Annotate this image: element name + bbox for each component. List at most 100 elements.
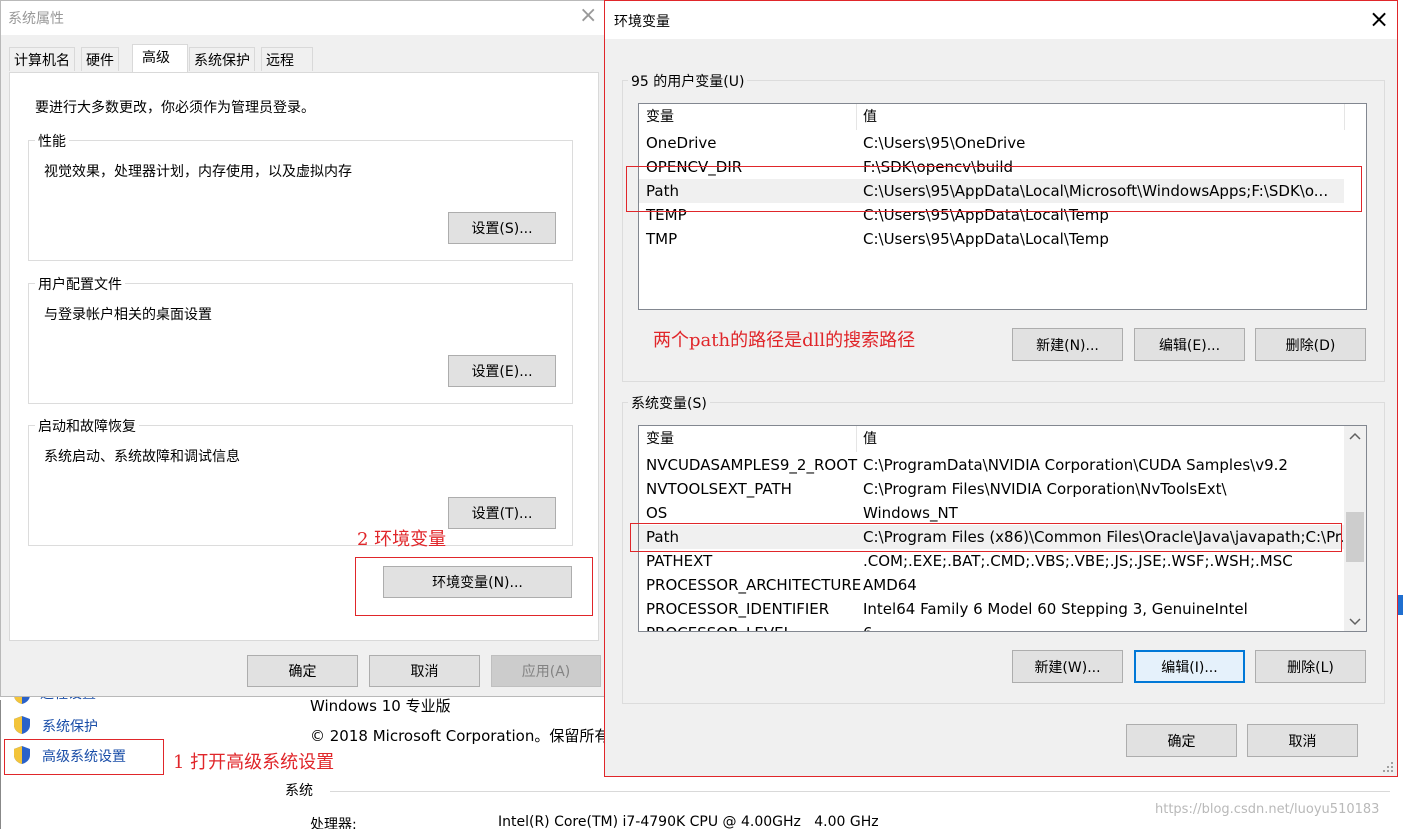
variable-value: C:\Users\95\OneDrive — [863, 134, 1026, 152]
user-new-button[interactable]: 新建(N)... — [1012, 328, 1123, 361]
tab-remote[interactable]: 远程 — [261, 47, 313, 71]
table-row[interactable]: PROCESSOR_ARCHITECTURE AMD64 — [639, 573, 1344, 597]
group-desc: 视觉效果，处理器计划，内存使用，以及虚拟内存 — [44, 164, 352, 180]
group-desc: 系统启动、系统故障和调试信息 — [44, 449, 240, 465]
table-row[interactable]: OS Windows_NT — [639, 501, 1344, 525]
group-legend: 用户配置文件 — [35, 274, 125, 294]
environment-variables-button[interactable]: 环境变量(N)... — [383, 566, 572, 598]
variable-value: .COM;.EXE;.BAT;.CMD;.VBS;.VBE;.JS;.JSE;.… — [863, 552, 1293, 570]
admin-note: 要进行大多数更改，你必须作为管理员登录。 — [35, 100, 315, 116]
startup-settings-button[interactable]: 设置(T)... — [448, 497, 556, 529]
background-window-edge — [1398, 595, 1403, 615]
user-delete-button[interactable]: 删除(D) — [1255, 328, 1366, 361]
system-properties-dialog: 系统属性 × 计算机名 硬件 高级 系统保护 远程 要进行大多数更改，你必须作为… — [0, 0, 608, 697]
group-user-variables: 95 的用户变量(U) 变量 值 OneDrive C:\Users\95\On… — [622, 71, 1385, 382]
variable-name: NVCUDASAMPLES9_2_ROOT — [646, 456, 858, 474]
sidebar-link-system-protection[interactable]: 系统保护 — [12, 714, 162, 736]
table-row[interactable]: NVCUDASAMPLES9_2_ROOT C:\ProgramData\NVI… — [639, 453, 1344, 477]
column-header-value[interactable]: 值 — [863, 104, 877, 130]
group-legend: 启动和故障恢复 — [35, 416, 139, 436]
system-delete-button[interactable]: 删除(L) — [1255, 650, 1366, 683]
performance-settings-button[interactable]: 设置(S)... — [448, 212, 556, 244]
sidebar-link-label: 系统保护 — [42, 719, 98, 735]
group-system-variables: 系统变量(S) 变量 值 NVCUDASAMPLES9_2_ROOT C:\Pr… — [622, 393, 1385, 704]
cancel-button[interactable]: 取消 — [369, 655, 480, 687]
system-edit-button[interactable]: 编辑(I)... — [1134, 650, 1245, 683]
variable-name: TMP — [646, 230, 678, 248]
variable-name: OneDrive — [646, 134, 717, 152]
group-legend: 性能 — [35, 131, 69, 151]
column-separator — [856, 104, 857, 130]
environment-variables-dialog: 环境变量 × 95 的用户变量(U) 变量 值 OneDrive C:\User… — [604, 0, 1398, 777]
cpu-label: 处理器: — [310, 817, 357, 829]
annotation-step2: 2 环境变量 — [357, 529, 447, 550]
ok-button[interactable]: 确定 — [247, 655, 358, 687]
tab-system-protection[interactable]: 系统保护 — [189, 47, 255, 71]
group-legend: 95 的用户变量(U) — [628, 71, 748, 91]
section-divider — [330, 791, 1390, 792]
tab-hardware[interactable]: 硬件 — [81, 47, 119, 71]
close-icon[interactable]: × — [579, 3, 597, 28]
table-row[interactable]: TMP C:\Users\95\AppData\Local\Temp — [639, 227, 1366, 251]
annotation-step1: 1 打开高级系统设置 — [173, 752, 335, 773]
variable-name: OS — [646, 504, 668, 522]
system-new-button[interactable]: 新建(W)... — [1012, 650, 1123, 683]
tab-page-advanced: 要进行大多数更改，你必须作为管理员登录。 性能 视觉效果，处理器计划，内存使用，… — [9, 72, 599, 641]
variable-name: PROCESSOR_LEVEL — [646, 621, 792, 631]
table-row[interactable]: PATHEXT .COM;.EXE;.BAT;.CMD;.VBS;.VBE;.J… — [639, 549, 1344, 573]
column-header-variable[interactable]: 变量 — [646, 426, 674, 452]
cancel-button[interactable]: 取消 — [1247, 724, 1358, 757]
shield-icon — [14, 716, 30, 734]
highlight-box-system-path — [630, 523, 1342, 552]
list-header: 变量 值 — [639, 426, 1366, 452]
variable-value: C:\Program Files\NVIDIA Corporation\NvTo… — [863, 480, 1227, 498]
variable-name: PATHEXT — [646, 552, 713, 570]
table-row[interactable]: PROCESSOR_IDENTIFIER Intel64 Family 6 Mo… — [639, 597, 1344, 621]
profile-settings-button[interactable]: 设置(E)... — [448, 355, 556, 387]
apply-button[interactable]: 应用(A) — [491, 655, 601, 687]
variable-value: Windows_NT — [863, 504, 958, 522]
group-user-profiles: 用户配置文件 与登录帐户相关的桌面设置 设置(E)... — [28, 274, 573, 404]
table-row[interactable]: OneDrive C:\Users\95\OneDrive — [639, 131, 1366, 155]
close-icon[interactable]: × — [1369, 5, 1389, 33]
highlight-box-advanced — [4, 739, 164, 775]
scrollbar-thumb[interactable] — [1346, 512, 1364, 562]
group-legend: 系统变量(S) — [628, 393, 710, 413]
dialog-title: 环境变量 — [614, 14, 670, 30]
system-section-label: 系统 — [285, 783, 313, 799]
variable-value: 6 — [863, 621, 873, 631]
dialog-titlebar: 系统属性 × — [1, 1, 607, 35]
variable-value: Intel64 Family 6 Model 60 Stepping 3, Ge… — [863, 600, 1248, 618]
variable-name: PROCESSOR_ARCHITECTURE — [646, 576, 862, 594]
windows-edition: Windows 10 专业版 — [310, 697, 451, 715]
chevron-down-icon[interactable] — [1349, 615, 1361, 631]
vertical-scrollbar[interactable] — [1344, 426, 1366, 631]
tab-advanced[interactable]: 高级 — [132, 44, 188, 73]
user-edit-button[interactable]: 编辑(E)... — [1134, 328, 1245, 361]
variable-value: AMD64 — [863, 576, 917, 594]
cpu-value: Intel(R) Core(TM) i7-4790K CPU @ 4.00GHz… — [498, 814, 879, 829]
variable-name: PROCESSOR_IDENTIFIER — [646, 600, 830, 618]
group-startup-recovery: 启动和故障恢复 系统启动、系统故障和调试信息 设置(T)... — [28, 416, 573, 546]
chevron-up-icon[interactable] — [1349, 429, 1361, 445]
column-separator — [856, 426, 857, 452]
highlight-box-user-path — [626, 166, 1362, 212]
watermark: https://blog.csdn.net/luoyu510183 — [1155, 802, 1380, 817]
column-header-value[interactable]: 值 — [863, 426, 877, 452]
dialog-title: 系统属性 — [8, 11, 64, 27]
group-performance: 性能 视觉效果，处理器计划，内存使用，以及虚拟内存 设置(S)... — [28, 131, 573, 261]
annotation-note: 两个path的路径是dll的搜索路径 — [653, 330, 916, 351]
group-desc: 与登录帐户相关的桌面设置 — [44, 307, 212, 323]
dialog-titlebar: 环境变量 × — [605, 1, 1397, 39]
resize-grip-icon[interactable] — [1381, 760, 1395, 774]
ok-button[interactable]: 确定 — [1126, 724, 1237, 757]
variable-name: NVTOOLSEXT_PATH — [646, 480, 792, 498]
variable-value: C:\Users\95\AppData\Local\Temp — [863, 230, 1109, 248]
column-separator — [1344, 104, 1345, 130]
tab-computer-name[interactable]: 计算机名 — [9, 47, 75, 71]
left-edge-line — [0, 700, 6, 829]
table-row[interactable]: PROCESSOR_LEVEL 6 — [639, 621, 1344, 631]
column-header-variable[interactable]: 变量 — [646, 104, 674, 130]
table-row[interactable]: NVTOOLSEXT_PATH C:\Program Files\NVIDIA … — [639, 477, 1344, 501]
list-header: 变量 值 — [639, 104, 1366, 130]
